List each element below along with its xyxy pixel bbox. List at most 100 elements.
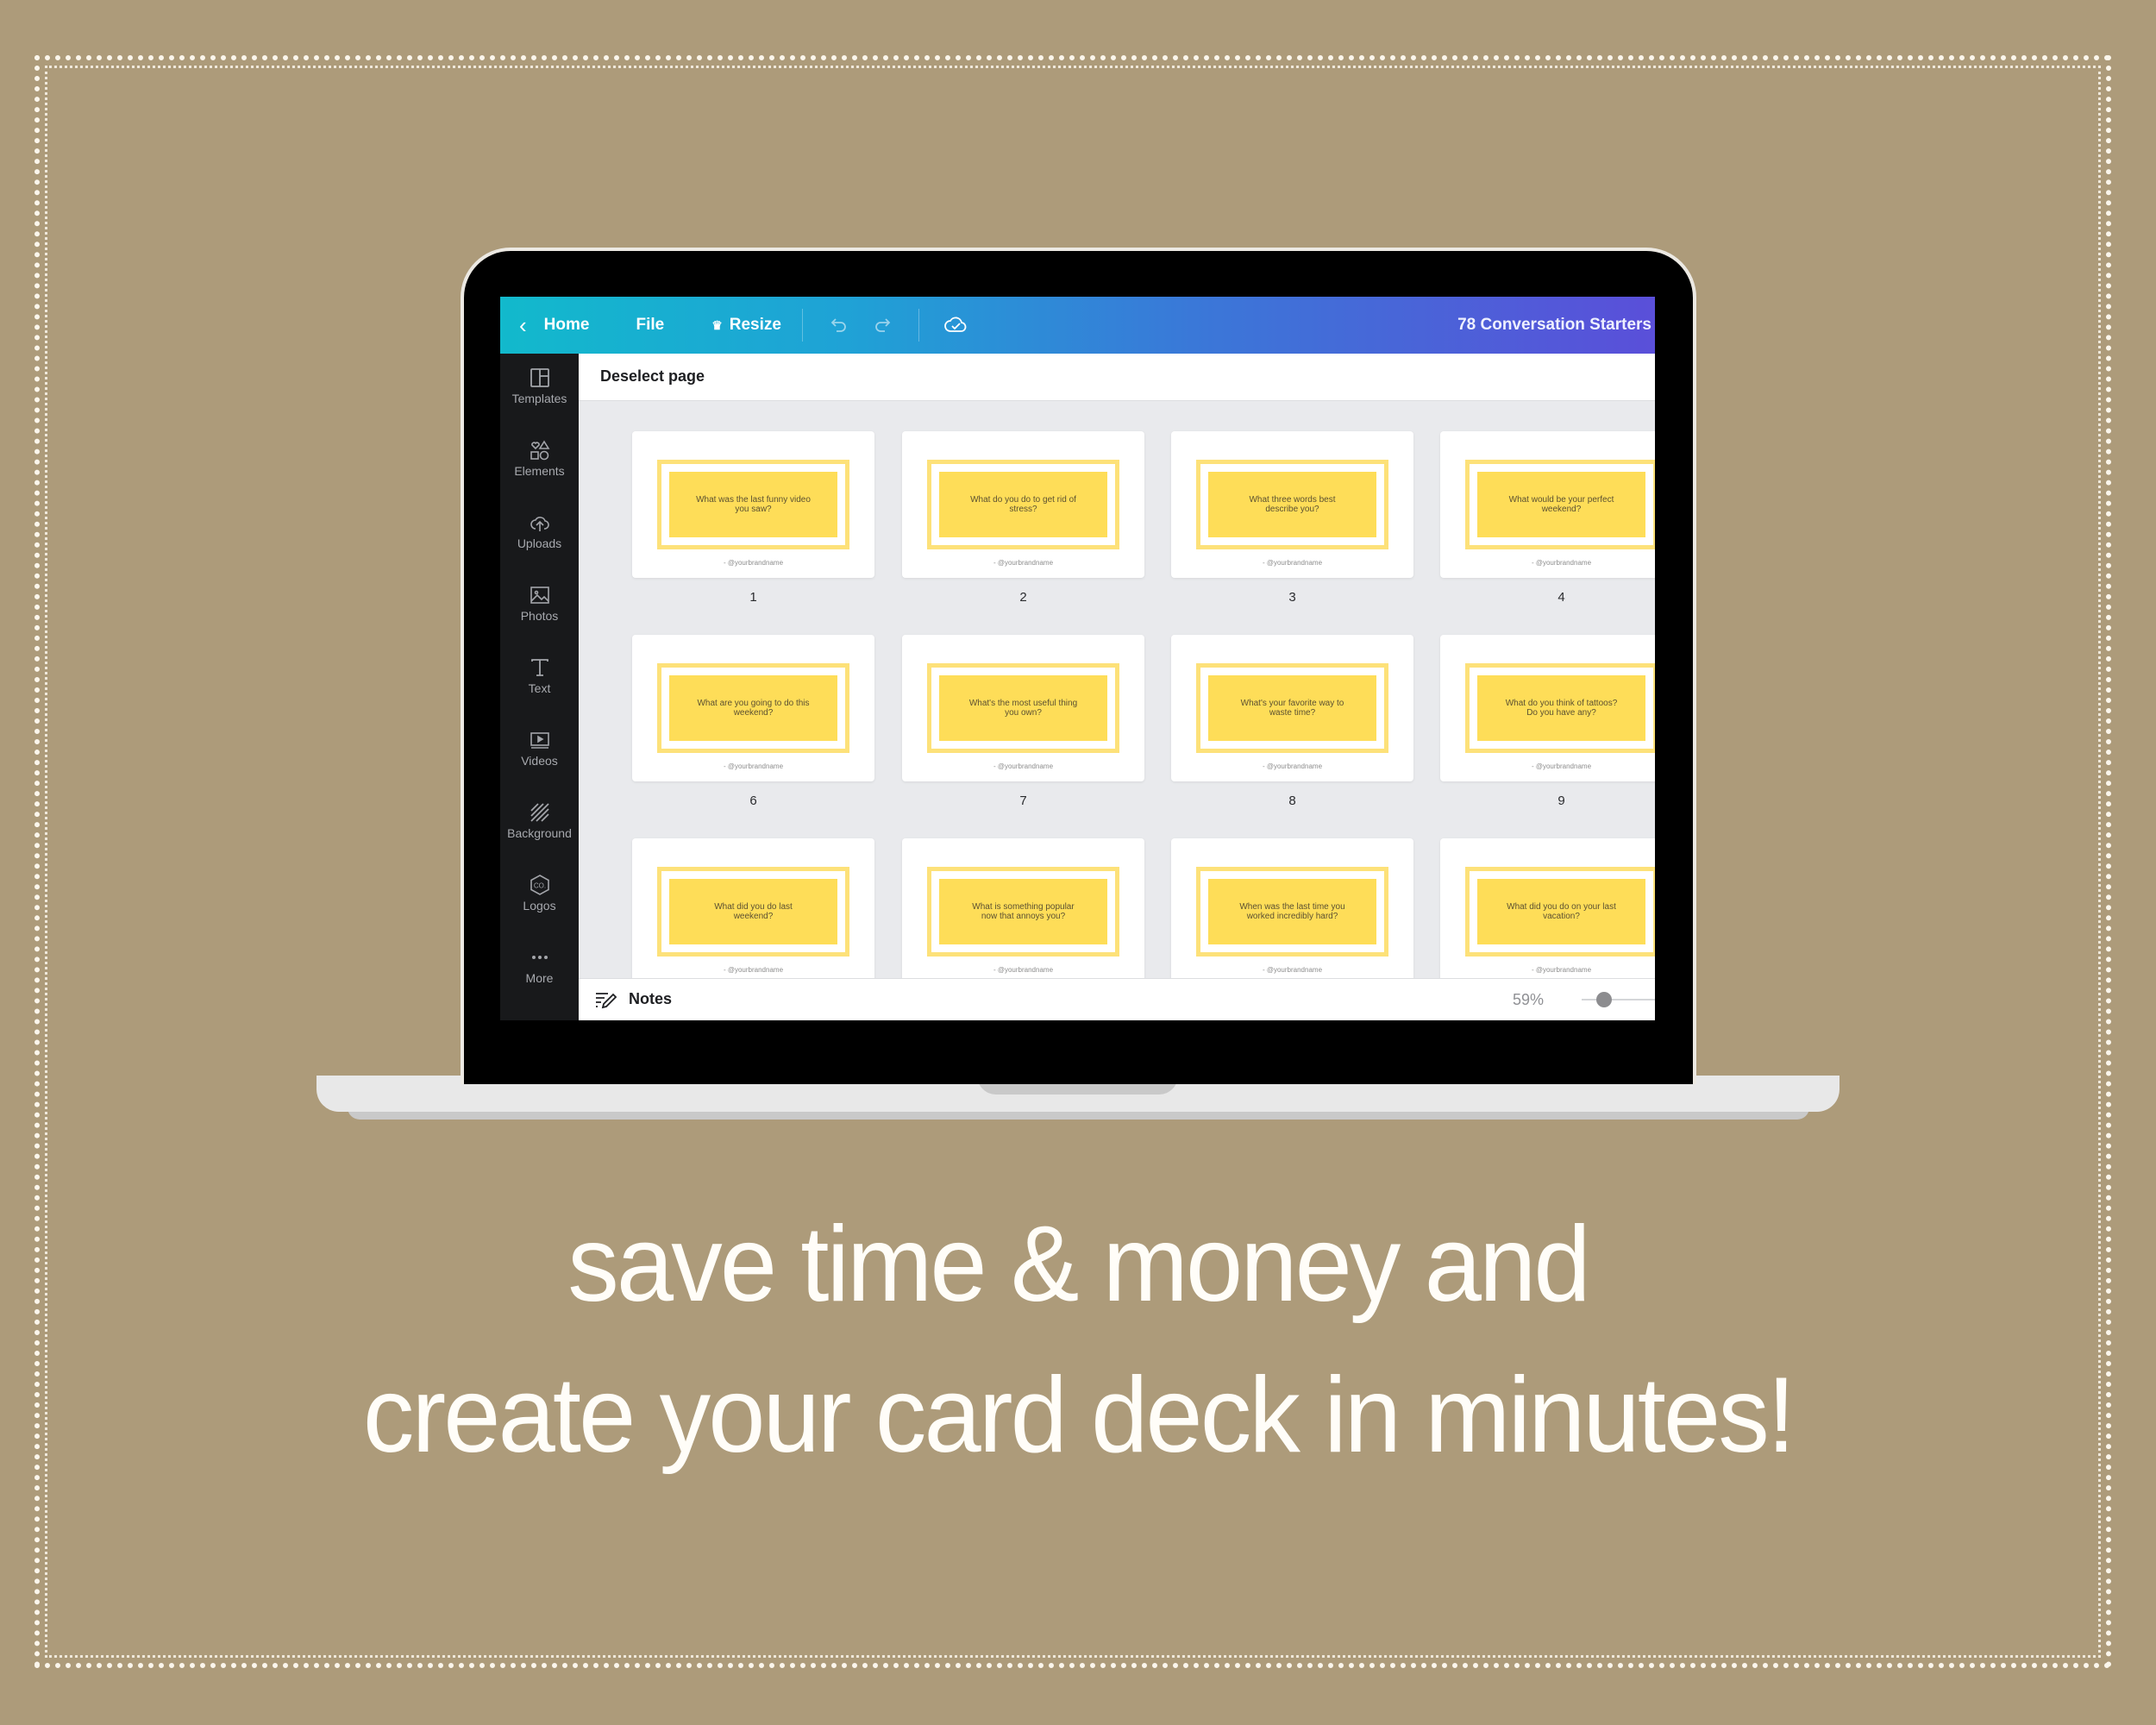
sidebar-item-more[interactable]: More <box>500 945 579 1006</box>
card-panel: What do you do to get rid of stress? <box>939 472 1107 537</box>
page-number: 1 <box>749 590 757 605</box>
page-number: 9 <box>1557 794 1565 808</box>
card-brand-handle: - @yourbrandname <box>993 762 1054 770</box>
zoom-slider[interactable] <box>1582 992 1655 1007</box>
page-thumbnail[interactable]: What three words best describe you? - @yo… <box>1171 431 1413 578</box>
card-panel: What's the most useful thing you own? <box>939 675 1107 741</box>
sidebar-label: Videos <box>521 754 558 768</box>
background-hatch-icon <box>530 803 549 822</box>
page-thumbnail[interactable]: What is something popular now that annoy… <box>902 838 1144 979</box>
crown-icon: ♛ <box>711 317 723 332</box>
undo-button[interactable] <box>824 310 855 341</box>
sidebar-item-text[interactable]: Text <box>500 656 579 716</box>
file-menu-button[interactable]: File <box>636 316 664 335</box>
card-brand-handle: - @yourbrandname <box>1531 762 1592 770</box>
card-frame: What three words best describe you? <box>1196 460 1388 549</box>
elements-icon <box>530 440 549 461</box>
page-thumbnail[interactable]: What's the most useful thing you own? - @… <box>902 635 1144 781</box>
sidebar-label: Background <box>507 826 572 840</box>
card-question: What was the last funny video you saw? <box>696 495 811 514</box>
templates-icon <box>530 368 549 387</box>
cloud-check-icon <box>944 317 967 332</box>
card-brand-handle: - @yourbrandname <box>993 966 1054 974</box>
card-frame: What do you do to get rid of stress? <box>927 460 1119 549</box>
sidebar-label: Logos <box>523 899 556 913</box>
card-question: What are you going to do this weekend? <box>697 699 810 718</box>
sidebar-label: Uploads <box>517 536 562 550</box>
sidebar-label: Text <box>528 681 551 695</box>
page-thumbnail[interactable]: What did you do last weekend? - @yourbran… <box>632 838 874 979</box>
design-title[interactable]: 78 Conversation Starters <box>1457 316 1651 335</box>
notes-icon <box>596 993 617 1009</box>
card-frame: What's your favorite way to waste time? <box>1196 663 1388 753</box>
sidebar-item-logos[interactable]: CO. Logos <box>500 873 579 933</box>
card-brand-handle: - @yourbrandname <box>723 966 784 974</box>
canva-editor-screen: ‹ Home File ♛ Resize 78 Conversation Sta… <box>500 297 1655 1020</box>
card-frame: When was the last time you worked incred… <box>1196 867 1388 957</box>
deselect-page-button[interactable]: Deselect page <box>600 367 705 386</box>
card-question: What's your favorite way to waste time? <box>1240 699 1344 718</box>
page-number: 2 <box>1019 590 1027 605</box>
page-thumbnail[interactable]: What's your favorite way to waste time? -… <box>1171 635 1413 781</box>
card-frame: What do you think of tattoos? Do you hav… <box>1465 663 1655 753</box>
card-panel: What three words best describe you? <box>1208 472 1376 537</box>
card-question: What is something popular now that annoy… <box>972 902 1075 921</box>
left-sidebar: Templates Elements Uploads Photos Text V… <box>500 354 579 1020</box>
toolbar-divider <box>918 309 919 342</box>
page-thumbnail[interactable]: What are you going to do this weekend? - … <box>632 635 874 781</box>
logo-icon: CO. <box>530 875 549 895</box>
card-brand-handle: - @yourbrandname <box>1531 559 1592 567</box>
toolbar-divider <box>801 309 803 342</box>
video-icon <box>530 732 549 749</box>
card-frame: What is something popular now that annoy… <box>927 867 1119 957</box>
card-panel: What did you do last weekend? <box>669 879 837 944</box>
zoom-level: 59% <box>1512 991 1544 1008</box>
sidebar-item-videos[interactable]: Videos <box>500 728 579 788</box>
card-question: What do you think of tattoos? Do you hav… <box>1505 699 1618 718</box>
page-number: 7 <box>1019 794 1027 808</box>
home-label: Home <box>543 316 590 334</box>
card-brand-handle: - @yourbrandname <box>723 559 784 567</box>
card-panel: What are you going to do this weekend? <box>669 675 837 741</box>
sidebar-label: Elements <box>514 464 565 478</box>
page-thumbnail[interactable]: What do you think of tattoos? Do you hav… <box>1440 635 1655 781</box>
text-icon <box>530 659 548 676</box>
photo-icon <box>530 586 549 604</box>
page-thumbnail[interactable]: When was the last time you worked incred… <box>1171 838 1413 979</box>
tagline-line-1: save time & money and <box>567 1205 1590 1324</box>
page-thumbnail[interactable]: What did you do on your last vacation? - … <box>1440 838 1655 979</box>
save-status-button[interactable] <box>940 310 971 341</box>
home-button[interactable]: ‹ Home <box>500 312 589 339</box>
page-thumbnail[interactable]: What do you do to get rid of stress? - @y… <box>902 431 1144 578</box>
sidebar-item-elements[interactable]: Elements <box>500 438 579 499</box>
sidebar-item-background[interactable]: Background <box>500 800 579 861</box>
sidebar-label: More <box>525 971 554 985</box>
card-frame: What was the last funny video you saw? <box>657 460 849 549</box>
redo-icon <box>875 318 891 332</box>
card-panel: What was the last funny video you saw? <box>669 472 837 537</box>
card-brand-handle: - @yourbrandname <box>1262 559 1323 567</box>
top-menu-bar: ‹ Home File ♛ Resize 78 Conversation Sta… <box>500 297 1655 354</box>
card-question: What did you do last weekend? <box>714 902 793 921</box>
card-question: What did you do on your last vacation? <box>1507 902 1616 921</box>
card-frame: What's the most useful thing you own? <box>927 663 1119 753</box>
more-dots-icon <box>531 956 548 959</box>
card-frame: What did you do on your last vacation? <box>1465 867 1655 957</box>
sidebar-item-uploads[interactable]: Uploads <box>500 511 579 571</box>
file-label: File <box>636 316 665 334</box>
card-panel: What would be your perfect weekend? <box>1477 472 1645 537</box>
sidebar-item-photos[interactable]: Photos <box>500 583 579 643</box>
zoom-slider-handle[interactable] <box>1595 992 1612 1007</box>
card-brand-handle: - @yourbrandname <box>723 762 784 770</box>
page-number: 4 <box>1557 590 1565 605</box>
page-thumbnail[interactable]: What would be your perfect weekend? - @yo… <box>1440 431 1655 578</box>
card-question: What do you do to get rid of stress? <box>970 495 1076 514</box>
resize-button[interactable]: ♛ Resize <box>711 316 781 335</box>
card-frame: What did you do last weekend? <box>657 867 849 957</box>
sidebar-item-templates[interactable]: Templates <box>500 366 579 426</box>
page-action-bar: Deselect page <box>579 354 1655 401</box>
card-question: What three words best describe you? <box>1249 495 1336 514</box>
redo-button[interactable] <box>867 310 898 341</box>
page-thumbnail[interactable]: What was the last funny video you saw? - … <box>632 431 874 578</box>
notes-button[interactable]: Notes <box>629 990 672 1008</box>
